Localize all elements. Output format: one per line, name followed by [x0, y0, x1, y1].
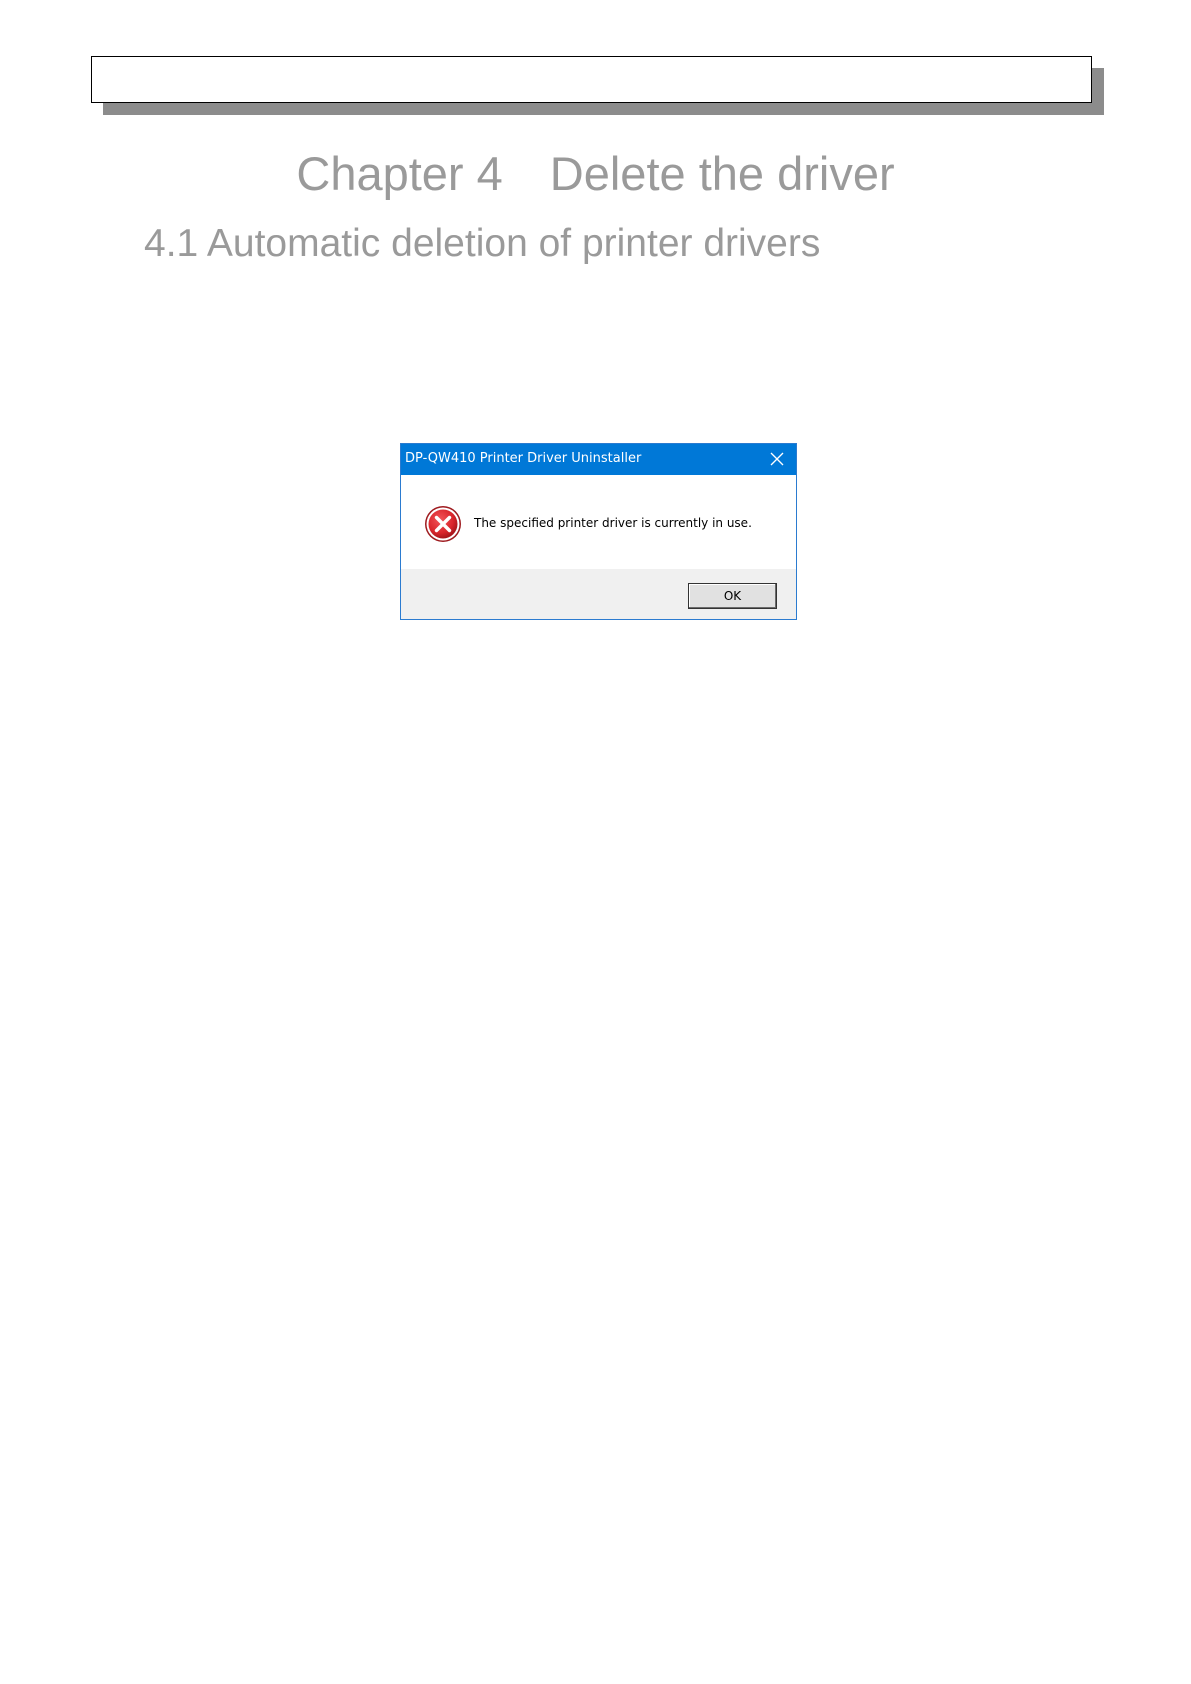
ok-button[interactable]: OK	[688, 583, 777, 609]
chapter-title: Chapter 4 Delete the driver	[296, 147, 895, 200]
close-icon	[770, 452, 784, 466]
uninstaller-dialog: DP-QW410 Printer Driver Uninstaller The …	[400, 443, 797, 620]
dialog-footer: OK	[401, 569, 796, 619]
header-box	[91, 56, 1092, 103]
dialog-message: The specified printer driver is currentl…	[474, 516, 752, 530]
dialog-title: DP-QW410 Printer Driver Uninstaller	[405, 451, 642, 466]
section-title: 4.1 Automatic deletion of printer driver…	[144, 222, 821, 265]
dialog-titlebar[interactable]: DP-QW410 Printer Driver Uninstaller	[401, 444, 796, 475]
dialog-body: The specified printer driver is currentl…	[401, 475, 796, 569]
error-icon	[425, 506, 461, 542]
close-button[interactable]	[760, 444, 794, 475]
